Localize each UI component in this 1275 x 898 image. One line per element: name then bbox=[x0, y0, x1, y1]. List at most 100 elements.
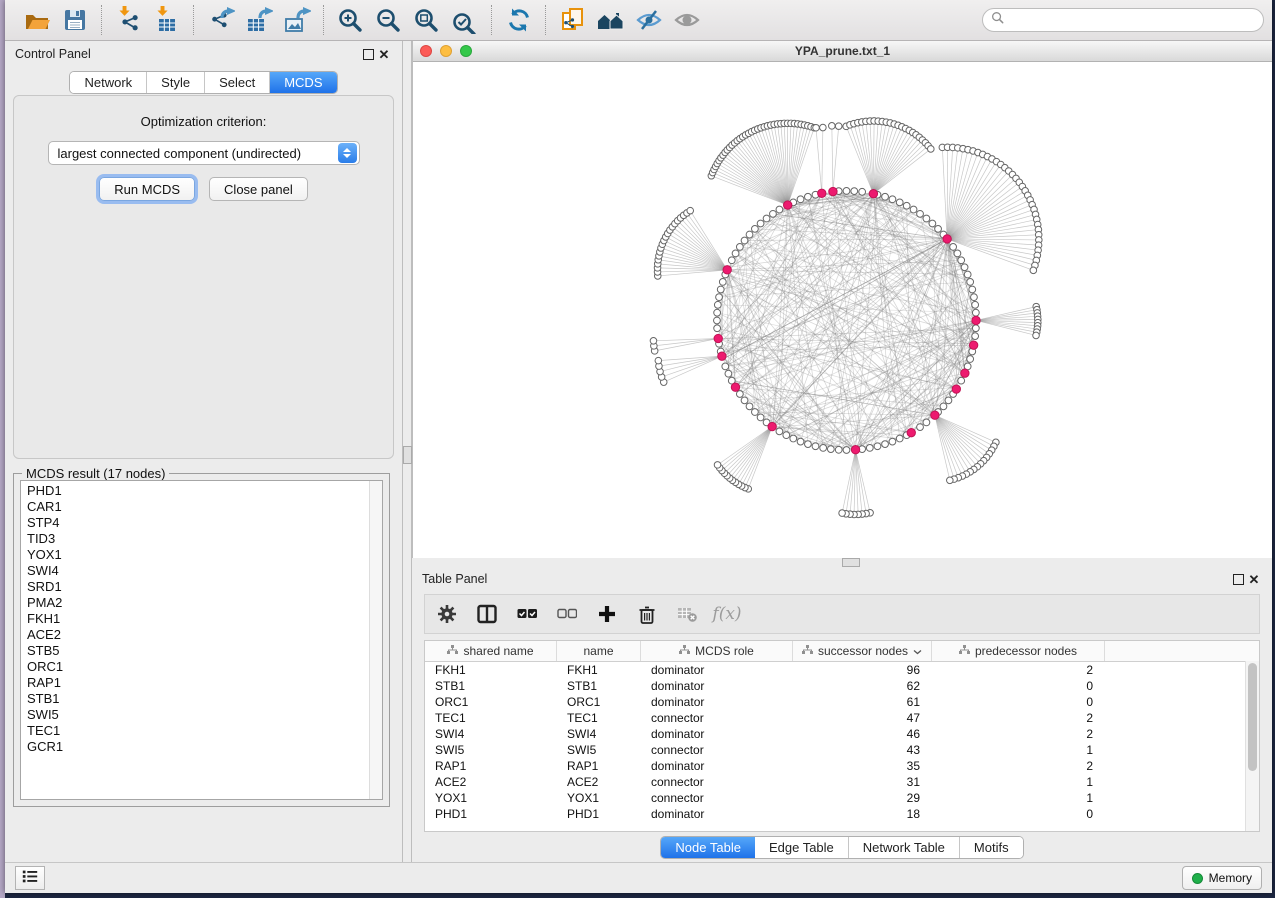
zoom-out-icon[interactable] bbox=[373, 4, 405, 36]
horizontal-splitter-grip[interactable] bbox=[842, 558, 860, 567]
mcds-result-item[interactable]: YOX1 bbox=[27, 547, 369, 563]
table-row[interactable]: SWI4SWI4dominator462 bbox=[425, 726, 1259, 742]
memory-status-icon bbox=[1192, 873, 1203, 884]
mcds-result-item[interactable]: STP4 bbox=[27, 515, 369, 531]
table-cell: 2 bbox=[932, 726, 1105, 742]
close-panel-icon[interactable]: ✕ bbox=[376, 46, 392, 62]
table-row[interactable]: ACE2ACE2connector311 bbox=[425, 774, 1259, 790]
table-cell: 31 bbox=[793, 774, 932, 790]
export-table-icon[interactable] bbox=[243, 4, 275, 36]
mcds-list-scrollbar[interactable] bbox=[369, 481, 382, 799]
table-cell: 0 bbox=[932, 806, 1105, 822]
table-cell: STB1 bbox=[425, 678, 557, 694]
zoom-fit-icon[interactable] bbox=[411, 4, 443, 36]
columns-icon[interactable] bbox=[475, 602, 499, 626]
memory-button[interactable]: Memory bbox=[1182, 866, 1262, 890]
vertical-splitter-grip[interactable] bbox=[403, 446, 412, 464]
hide-network-icon[interactable] bbox=[633, 4, 665, 36]
table-cell: 1 bbox=[932, 790, 1105, 806]
column-header-predecessor-nodes[interactable]: predecessor nodes bbox=[932, 641, 1105, 661]
zoom-in-icon[interactable] bbox=[335, 4, 367, 36]
table-cell: RAP1 bbox=[425, 758, 557, 774]
column-header-successor-nodes[interactable]: successor nodes bbox=[793, 641, 932, 661]
show-network-icon[interactable] bbox=[671, 4, 703, 36]
export-network-icon[interactable] bbox=[205, 4, 237, 36]
table-row[interactable]: RAP1RAP1dominator352 bbox=[425, 758, 1259, 774]
task-list-icon bbox=[21, 867, 39, 890]
save-icon[interactable] bbox=[59, 4, 91, 36]
import-table-icon[interactable] bbox=[151, 4, 183, 36]
show-all-networks-icon[interactable] bbox=[595, 4, 627, 36]
table-cell: dominator bbox=[641, 694, 793, 710]
open-folder-icon[interactable] bbox=[21, 4, 53, 36]
table-row[interactable]: ORC1ORC1dominator610 bbox=[425, 694, 1259, 710]
task-history-button[interactable] bbox=[15, 866, 45, 890]
mcds-result-item[interactable]: CAR1 bbox=[27, 499, 369, 515]
mcds-result-item[interactable]: TEC1 bbox=[27, 723, 369, 739]
column-header-name[interactable]: name bbox=[557, 641, 641, 661]
zoom-selected-icon[interactable] bbox=[449, 4, 481, 36]
table-cell: SWI4 bbox=[425, 726, 557, 742]
mcds-result-item[interactable]: SRD1 bbox=[27, 579, 369, 595]
tab-node-table[interactable]: Node Table bbox=[661, 837, 755, 858]
tab-style[interactable]: Style bbox=[147, 72, 205, 93]
tab-mcds[interactable]: MCDS bbox=[270, 72, 336, 93]
network-canvas[interactable] bbox=[413, 62, 1272, 558]
tab-network[interactable]: Network bbox=[70, 72, 147, 93]
table-cell: dominator bbox=[641, 758, 793, 774]
mcds-result-item[interactable]: RAP1 bbox=[27, 675, 369, 691]
mcds-result-item[interactable]: SWI5 bbox=[27, 707, 369, 723]
export-image-icon[interactable] bbox=[281, 4, 313, 36]
copy-style-icon[interactable] bbox=[557, 4, 589, 36]
close-table-panel-icon[interactable]: ✕ bbox=[1246, 571, 1262, 587]
mcds-result-item[interactable]: STB5 bbox=[27, 643, 369, 659]
close-panel-button[interactable]: Close panel bbox=[209, 177, 308, 201]
search-input[interactable] bbox=[1009, 12, 1255, 28]
tab-motifs[interactable]: Motifs bbox=[960, 837, 1023, 858]
mcds-result-item[interactable]: ORC1 bbox=[27, 659, 369, 675]
gear-icon[interactable] bbox=[435, 602, 459, 626]
table-cell: STB1 bbox=[557, 678, 641, 694]
tab-select[interactable]: Select bbox=[205, 72, 270, 93]
toolbar-separator bbox=[101, 5, 103, 35]
tab-network-table[interactable]: Network Table bbox=[849, 837, 960, 858]
toolbar-separator bbox=[323, 5, 325, 35]
column-header-shared-name[interactable]: shared name bbox=[425, 641, 557, 661]
select-all-icon[interactable] bbox=[515, 602, 539, 626]
control-panel-title: Control Panel bbox=[15, 47, 91, 61]
table-toolbar: f(x) bbox=[424, 594, 1260, 634]
table-row[interactable]: STB1STB1dominator620 bbox=[425, 678, 1259, 694]
horizontal-splitter[interactable] bbox=[412, 558, 1272, 566]
column-header-MCDS-role[interactable]: MCDS role bbox=[641, 641, 793, 661]
table-cell: SWI5 bbox=[557, 742, 641, 758]
optimization-criterion-label: Optimization criterion: bbox=[141, 114, 267, 129]
float-table-panel-icon[interactable] bbox=[1230, 571, 1246, 587]
deselect-all-icon[interactable] bbox=[555, 602, 579, 626]
criterion-dropdown[interactable]: largest connected component (undirected) bbox=[48, 141, 360, 165]
mcds-result-item[interactable]: PMA2 bbox=[27, 595, 369, 611]
table-row[interactable]: SWI5SWI5connector431 bbox=[425, 742, 1259, 758]
mcds-result-item[interactable]: ACE2 bbox=[27, 627, 369, 643]
mcds-result-item[interactable]: FKH1 bbox=[27, 611, 369, 627]
add-column-icon[interactable] bbox=[595, 602, 619, 626]
table-row[interactable]: FKH1FKH1dominator962 bbox=[425, 662, 1259, 678]
table-scrollbar-thumb[interactable] bbox=[1248, 663, 1257, 771]
table-row[interactable]: PHD1PHD1dominator180 bbox=[425, 806, 1259, 822]
mcds-result-item[interactable]: STB1 bbox=[27, 691, 369, 707]
dropdown-stepper-icon bbox=[338, 143, 357, 163]
run-mcds-button[interactable]: Run MCDS bbox=[99, 177, 195, 201]
table-row[interactable]: TEC1TEC1connector472 bbox=[425, 710, 1259, 726]
mcds-result-item[interactable]: SWI4 bbox=[27, 563, 369, 579]
mcds-result-item[interactable]: TID3 bbox=[27, 531, 369, 547]
delete-icon[interactable] bbox=[635, 602, 659, 626]
refresh-layout-icon[interactable] bbox=[503, 4, 535, 36]
import-network-icon[interactable] bbox=[113, 4, 145, 36]
table-scrollbar[interactable] bbox=[1245, 661, 1259, 831]
table-tabs: Node TableEdge TableNetwork TableMotifs bbox=[660, 836, 1023, 859]
mcds-result-item[interactable]: GCR1 bbox=[27, 739, 369, 755]
mcds-result-item[interactable]: PHD1 bbox=[27, 483, 369, 499]
table-row[interactable]: YOX1YOX1connector291 bbox=[425, 790, 1259, 806]
float-panel-icon[interactable] bbox=[360, 46, 376, 62]
tab-edge-table[interactable]: Edge Table bbox=[755, 837, 849, 858]
vertical-splitter[interactable] bbox=[402, 41, 412, 862]
